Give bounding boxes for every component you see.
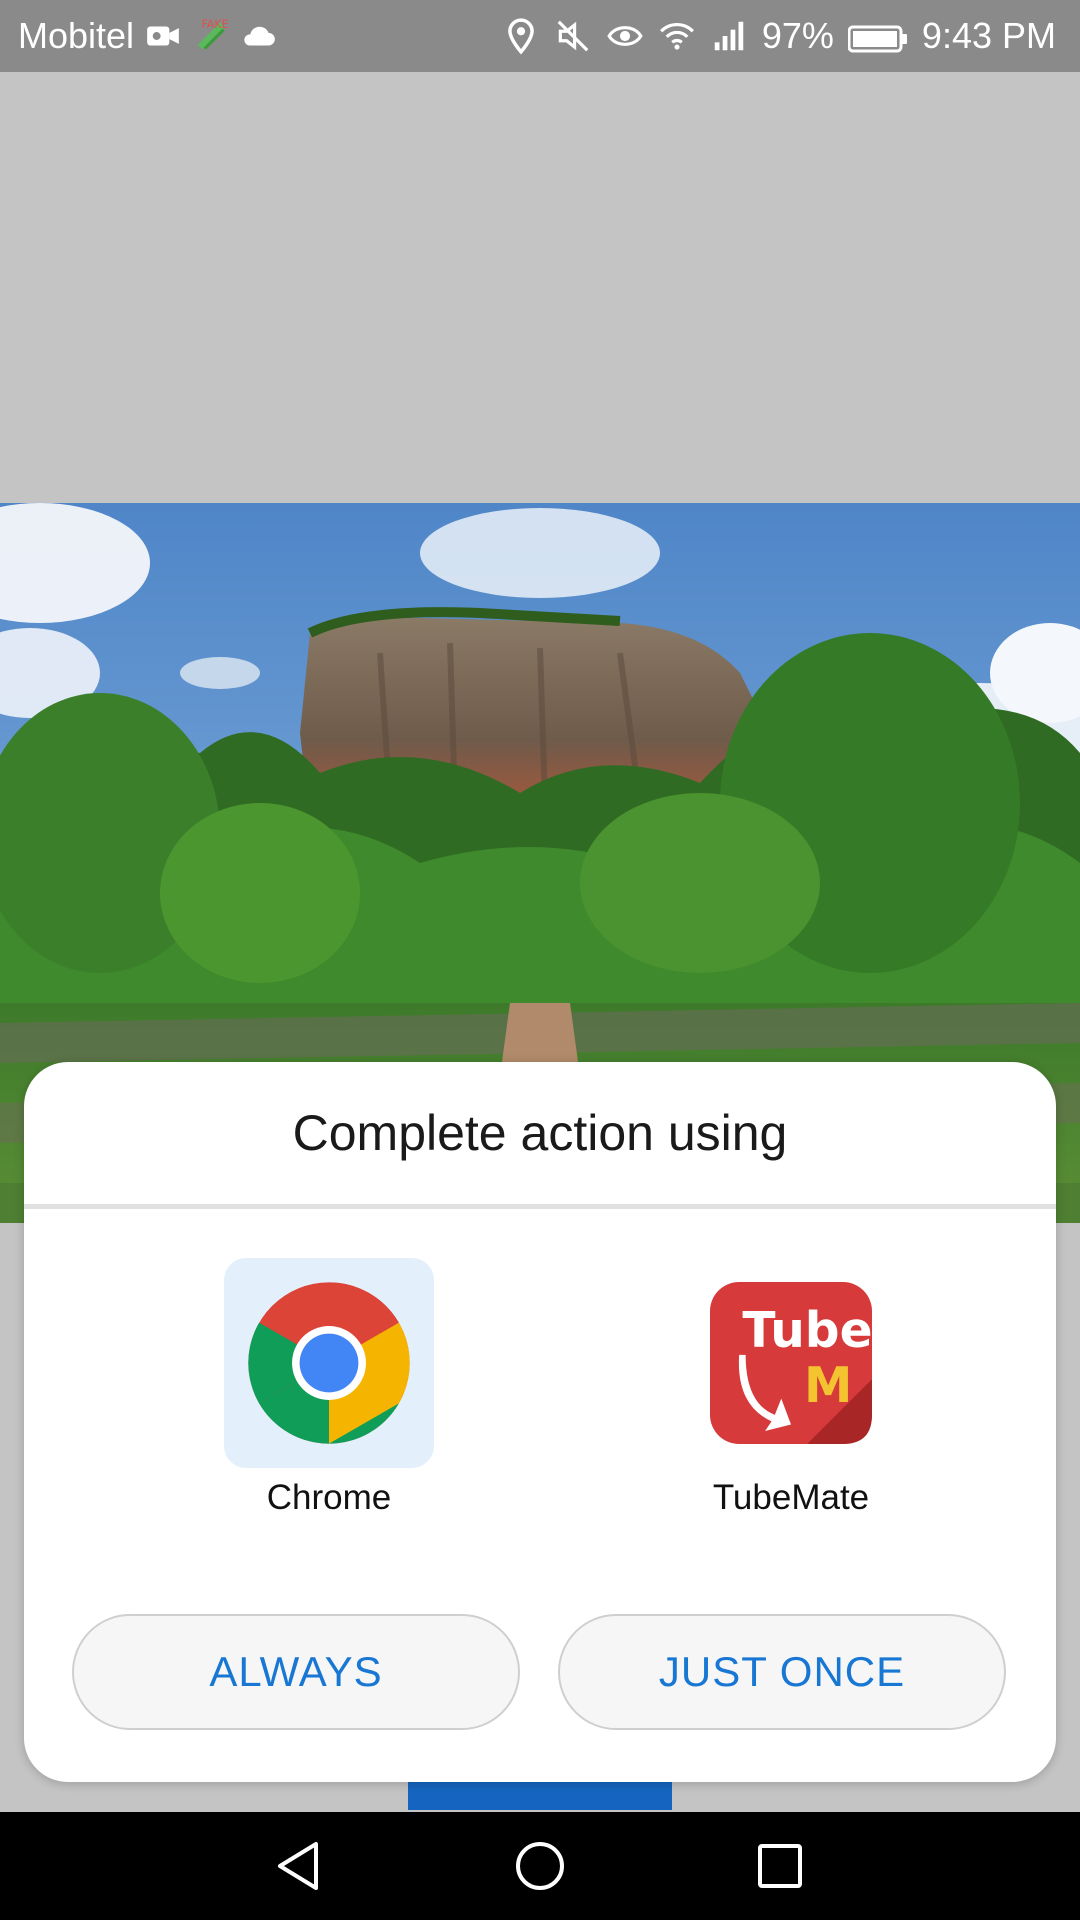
eye-icon <box>606 17 644 55</box>
dialog-title: Complete action using <box>292 1105 788 1161</box>
location-icon <box>502 17 540 55</box>
status-bar: Mobitel FAKE 97% 9:43 PM <box>0 0 1080 72</box>
mute-icon <box>554 17 592 55</box>
chooser-dialog: Complete action using Chrome Tube M Tube… <box>24 1062 1056 1782</box>
battery-icon <box>847 21 908 53</box>
back-button[interactable] <box>240 1812 360 1920</box>
battery-percent: 97% <box>761 15 834 56</box>
app-label-chrome: Chrome <box>266 1478 392 1517</box>
tubemate-tile[interactable]: Tube M <box>686 1258 896 1468</box>
always-button[interactable]: ALWAYS <box>72 1614 520 1730</box>
tubemate-logo-letter: M <box>804 1358 852 1414</box>
navigation-bar <box>0 1812 1080 1920</box>
fake-gps-icon: FAKE <box>192 17 230 55</box>
app-label-tubemate: TubeMate <box>712 1478 870 1517</box>
carrier-name: Mobitel <box>18 15 135 56</box>
fake-label: FAKE <box>202 18 229 31</box>
clock: 9:43 PM <box>921 15 1056 56</box>
home-icon <box>512 1838 568 1894</box>
chrome-icon <box>245 1279 413 1447</box>
app-option-tubemate[interactable]: Tube M TubeMate <box>641 1258 941 1518</box>
wifi-icon <box>658 17 696 55</box>
tubemate-logo-text: Tube <box>742 1303 872 1359</box>
recents-button[interactable] <box>720 1812 840 1920</box>
just-once-button[interactable]: JUST ONCE <box>558 1614 1006 1730</box>
signal-icon <box>710 17 748 55</box>
app-option-chrome[interactable]: Chrome <box>179 1258 479 1518</box>
tubemate-icon: Tube M <box>710 1282 873 1444</box>
chrome-tile[interactable] <box>224 1258 434 1468</box>
video-camera-icon <box>144 17 182 55</box>
dialog-divider <box>24 1204 1056 1209</box>
recents-icon <box>752 1838 808 1894</box>
home-button[interactable] <box>480 1812 600 1920</box>
cloud-icon <box>240 17 278 55</box>
back-icon <box>272 1838 328 1894</box>
